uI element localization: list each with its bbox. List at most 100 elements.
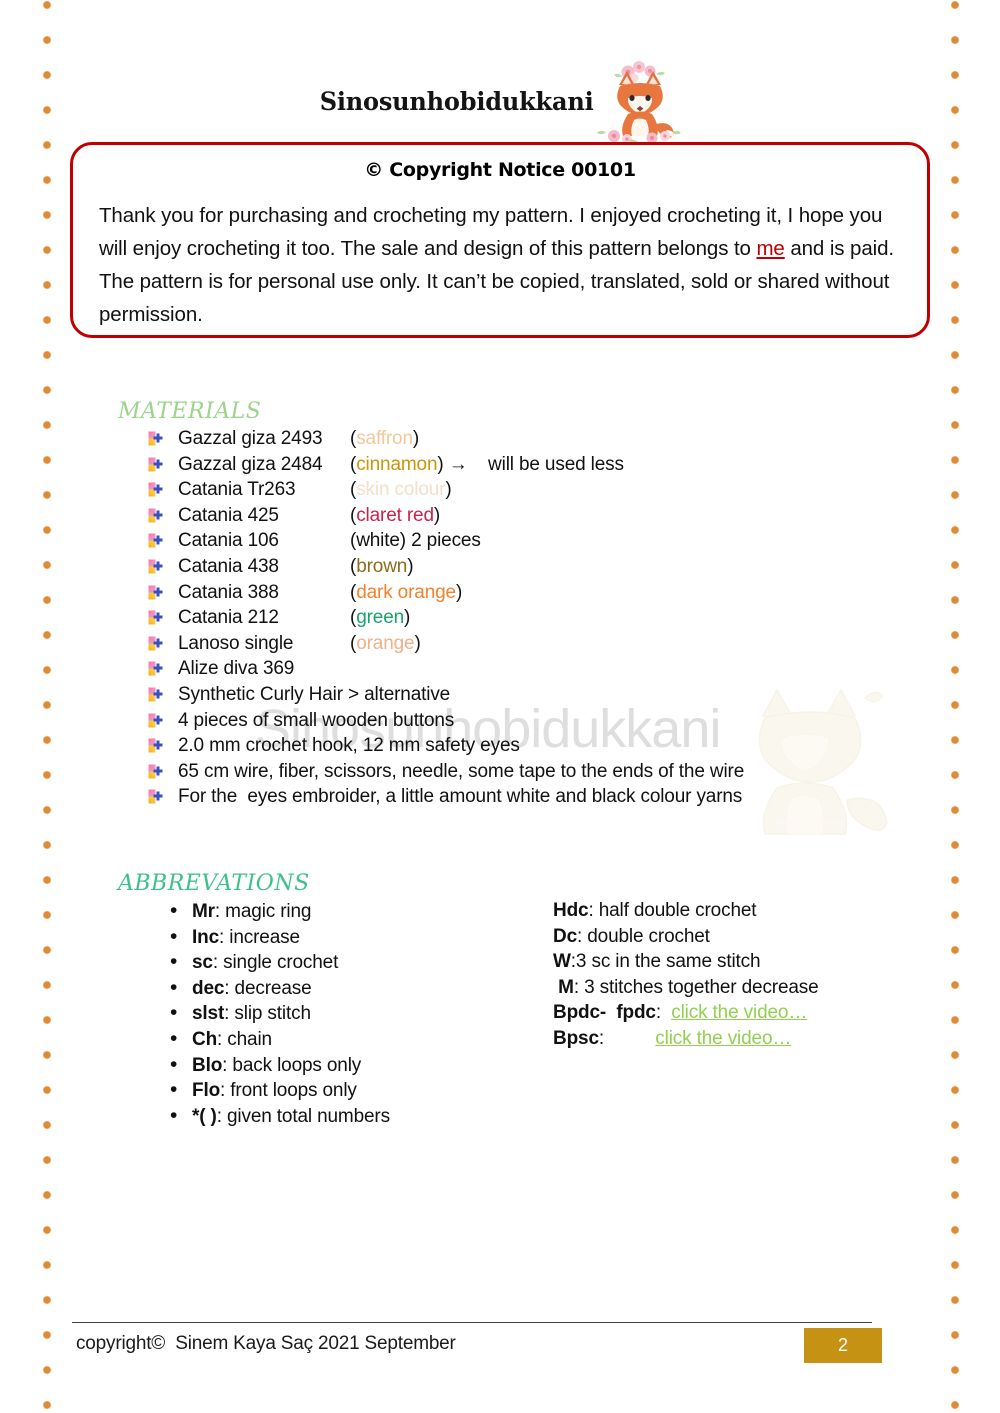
abbreviation-item: • Ch: chain <box>170 1028 510 1054</box>
abbreviation-definition: : half double crochet <box>588 900 757 921</box>
abbreviation-item: • slst: slip stitch <box>170 1002 510 1028</box>
four-color-cross-bullet-icon <box>148 764 178 779</box>
abbreviation-item: • Mr: magic ring <box>170 900 510 926</box>
abbreviation-item: • Blo: back loops only <box>170 1054 510 1080</box>
copyright-notice-box: © Copyright Notice 00101 Thank you for p… <box>70 142 930 338</box>
four-color-cross-bullet-icon <box>148 687 178 702</box>
material-name: Synthetic Curly Hair > alternative <box>178 683 451 705</box>
bullet-dot-icon: • <box>170 1052 178 1076</box>
left-dotted-border <box>42 0 52 1413</box>
abbreviations-left-column: • Mr: magic ring • Inc: increase • sc: single… <box>170 900 510 1130</box>
abbreviation-definition: : <box>655 1002 672 1024</box>
abbreviation-term: Ch <box>192 1028 218 1050</box>
video-link[interactable]: click the video… <box>671 1002 807 1024</box>
material-item: Catania Tr263 (skin colour) <box>148 479 908 505</box>
abbreviation-definition: : single crochet <box>212 952 339 974</box>
abbreviation-term: Flo <box>192 1080 221 1102</box>
material-name: 2.0 mm crochet hook, 12 mm safety eyes <box>178 735 520 757</box>
abbreviation-definition: : slip stitch <box>224 1003 311 1025</box>
material-colour-label: (white) <box>350 530 406 552</box>
brand-name: Sinosunhobidukkani <box>320 86 594 116</box>
abbreviation-term: M <box>553 976 574 998</box>
video-link[interactable]: click the video… <box>655 1028 791 1050</box>
material-name: Catania 106 <box>178 530 279 552</box>
bullet-dot-icon: • <box>170 1001 178 1025</box>
bullet-dot-icon: • <box>170 924 178 948</box>
abbreviations-right-column: Hdc: half double crochet Dc: double croch… <box>553 900 943 1054</box>
footer-divider <box>72 1322 872 1323</box>
right-dotted-border <box>950 0 960 1413</box>
material-item: Synthetic Curly Hair > alternative <box>148 684 908 710</box>
four-color-cross-bullet-icon <box>148 610 178 625</box>
abbreviation-item: • *( ): given total numbers <box>170 1105 510 1131</box>
material-colour-label: (cinnamon) <box>350 453 444 475</box>
copyright-title: © Copyright Notice 00101 <box>364 159 636 181</box>
abbreviation-term: Mr <box>192 901 215 922</box>
abbreviation-term: Dc <box>553 925 577 947</box>
four-color-cross-bullet-icon <box>148 661 178 676</box>
material-name: Lanoso single <box>178 632 294 654</box>
four-color-cross-bullet-icon <box>148 585 178 600</box>
material-name: Gazzal giza 2484 <box>178 453 323 475</box>
material-name: Catania 388 <box>178 581 279 603</box>
abbreviation-item: Bpsc: click the video… <box>553 1028 943 1054</box>
material-item: 65 cm wire, fiber, scissors, needle, som… <box>148 761 908 787</box>
copyright-me-link[interactable]: me <box>756 237 784 260</box>
abbreviation-term: Bpdc- fpdc <box>553 1002 656 1024</box>
page-header: Sinosunhobidukkani <box>0 58 1000 144</box>
four-color-cross-bullet-icon <box>148 457 178 472</box>
abbreviation-definition: : <box>598 1027 656 1049</box>
bullet-dot-icon: • <box>170 975 178 999</box>
bullet-dot-icon: • <box>170 1026 178 1050</box>
abbreviation-definition: : decrease <box>224 977 312 999</box>
four-color-cross-bullet-icon <box>148 508 178 523</box>
material-item: Catania 388 (dark orange) <box>148 582 908 608</box>
abbreviation-term: sc <box>192 952 213 974</box>
material-name: Gazzal giza 2493 <box>178 428 323 449</box>
material-name: For the eyes embroider, a little amount … <box>178 786 743 808</box>
material-name: 65 cm wire, fiber, scissors, needle, som… <box>178 760 745 782</box>
abbreviation-definition: : double crochet <box>577 925 710 947</box>
material-name: Catania 425 <box>178 504 279 526</box>
abbreviation-item: Hdc: half double crochet <box>553 900 943 926</box>
material-item: Catania 438 (brown) <box>148 556 908 582</box>
material-colour-label: (green) <box>350 607 411 629</box>
materials-list: Gazzal giza 2493 (saffron) Gazzal giza 248… <box>148 428 908 812</box>
material-item: Catania 106 (white) 2 pieces <box>148 530 908 556</box>
material-item: Lanoso single (orange) <box>148 633 908 659</box>
material-item: Gazzal giza 2484 (cinnamon) → will be use… <box>148 454 908 480</box>
four-color-cross-bullet-icon <box>148 482 178 497</box>
material-item: For the eyes embroider, a little amount … <box>148 786 908 812</box>
abbreviation-term: Bpsc <box>553 1027 599 1049</box>
abbreviation-item: • Inc: increase <box>170 926 510 952</box>
footer-copyright: copyright© Sinem Kaya Saç 2021 September <box>76 1333 456 1354</box>
material-name: 4 pieces of small wooden buttons <box>178 709 455 731</box>
abbreviation-item: • Flo: front loops only <box>170 1079 510 1105</box>
abbreviation-term: slst <box>192 1003 225 1025</box>
abbreviation-definition: : given total numbers <box>216 1105 390 1127</box>
abbreviation-term: W <box>553 951 571 973</box>
abbreviation-definition: : front loops only <box>220 1080 357 1102</box>
four-color-cross-bullet-icon <box>148 431 178 446</box>
material-item: Catania 212 (green) <box>148 607 908 633</box>
abbreviation-term: Inc <box>192 926 220 948</box>
material-name: Catania 438 <box>178 555 279 577</box>
abbreviation-item: Bpdc- fpdc: click the video… <box>553 1002 943 1028</box>
material-name: Catania 212 <box>178 607 279 629</box>
abbreviation-item: • dec: decrease <box>170 977 510 1003</box>
material-item: Gazzal giza 2493 (saffron) <box>148 428 908 454</box>
brand-logo: Sinosunhobidukkani <box>314 58 685 144</box>
materials-heading: MATERIALS <box>118 399 262 424</box>
four-color-cross-bullet-icon <box>148 559 178 574</box>
material-name: Catania Tr263 <box>178 479 296 501</box>
four-color-cross-bullet-icon <box>148 738 178 753</box>
material-item: Alize diva 369 <box>148 658 908 684</box>
abbreviations-heading: ABBREVATIONS <box>118 871 310 896</box>
four-color-cross-bullet-icon <box>148 636 178 651</box>
abbreviation-item: M: 3 stitches together decrease <box>553 977 943 1003</box>
page-number-badge: 2 <box>804 1328 882 1363</box>
abbreviation-definition: : increase <box>219 926 300 948</box>
abbreviation-definition: : magic ring <box>214 901 312 922</box>
abbreviation-term: Hdc <box>553 900 589 921</box>
material-extra-note: 2 pieces <box>405 530 481 552</box>
